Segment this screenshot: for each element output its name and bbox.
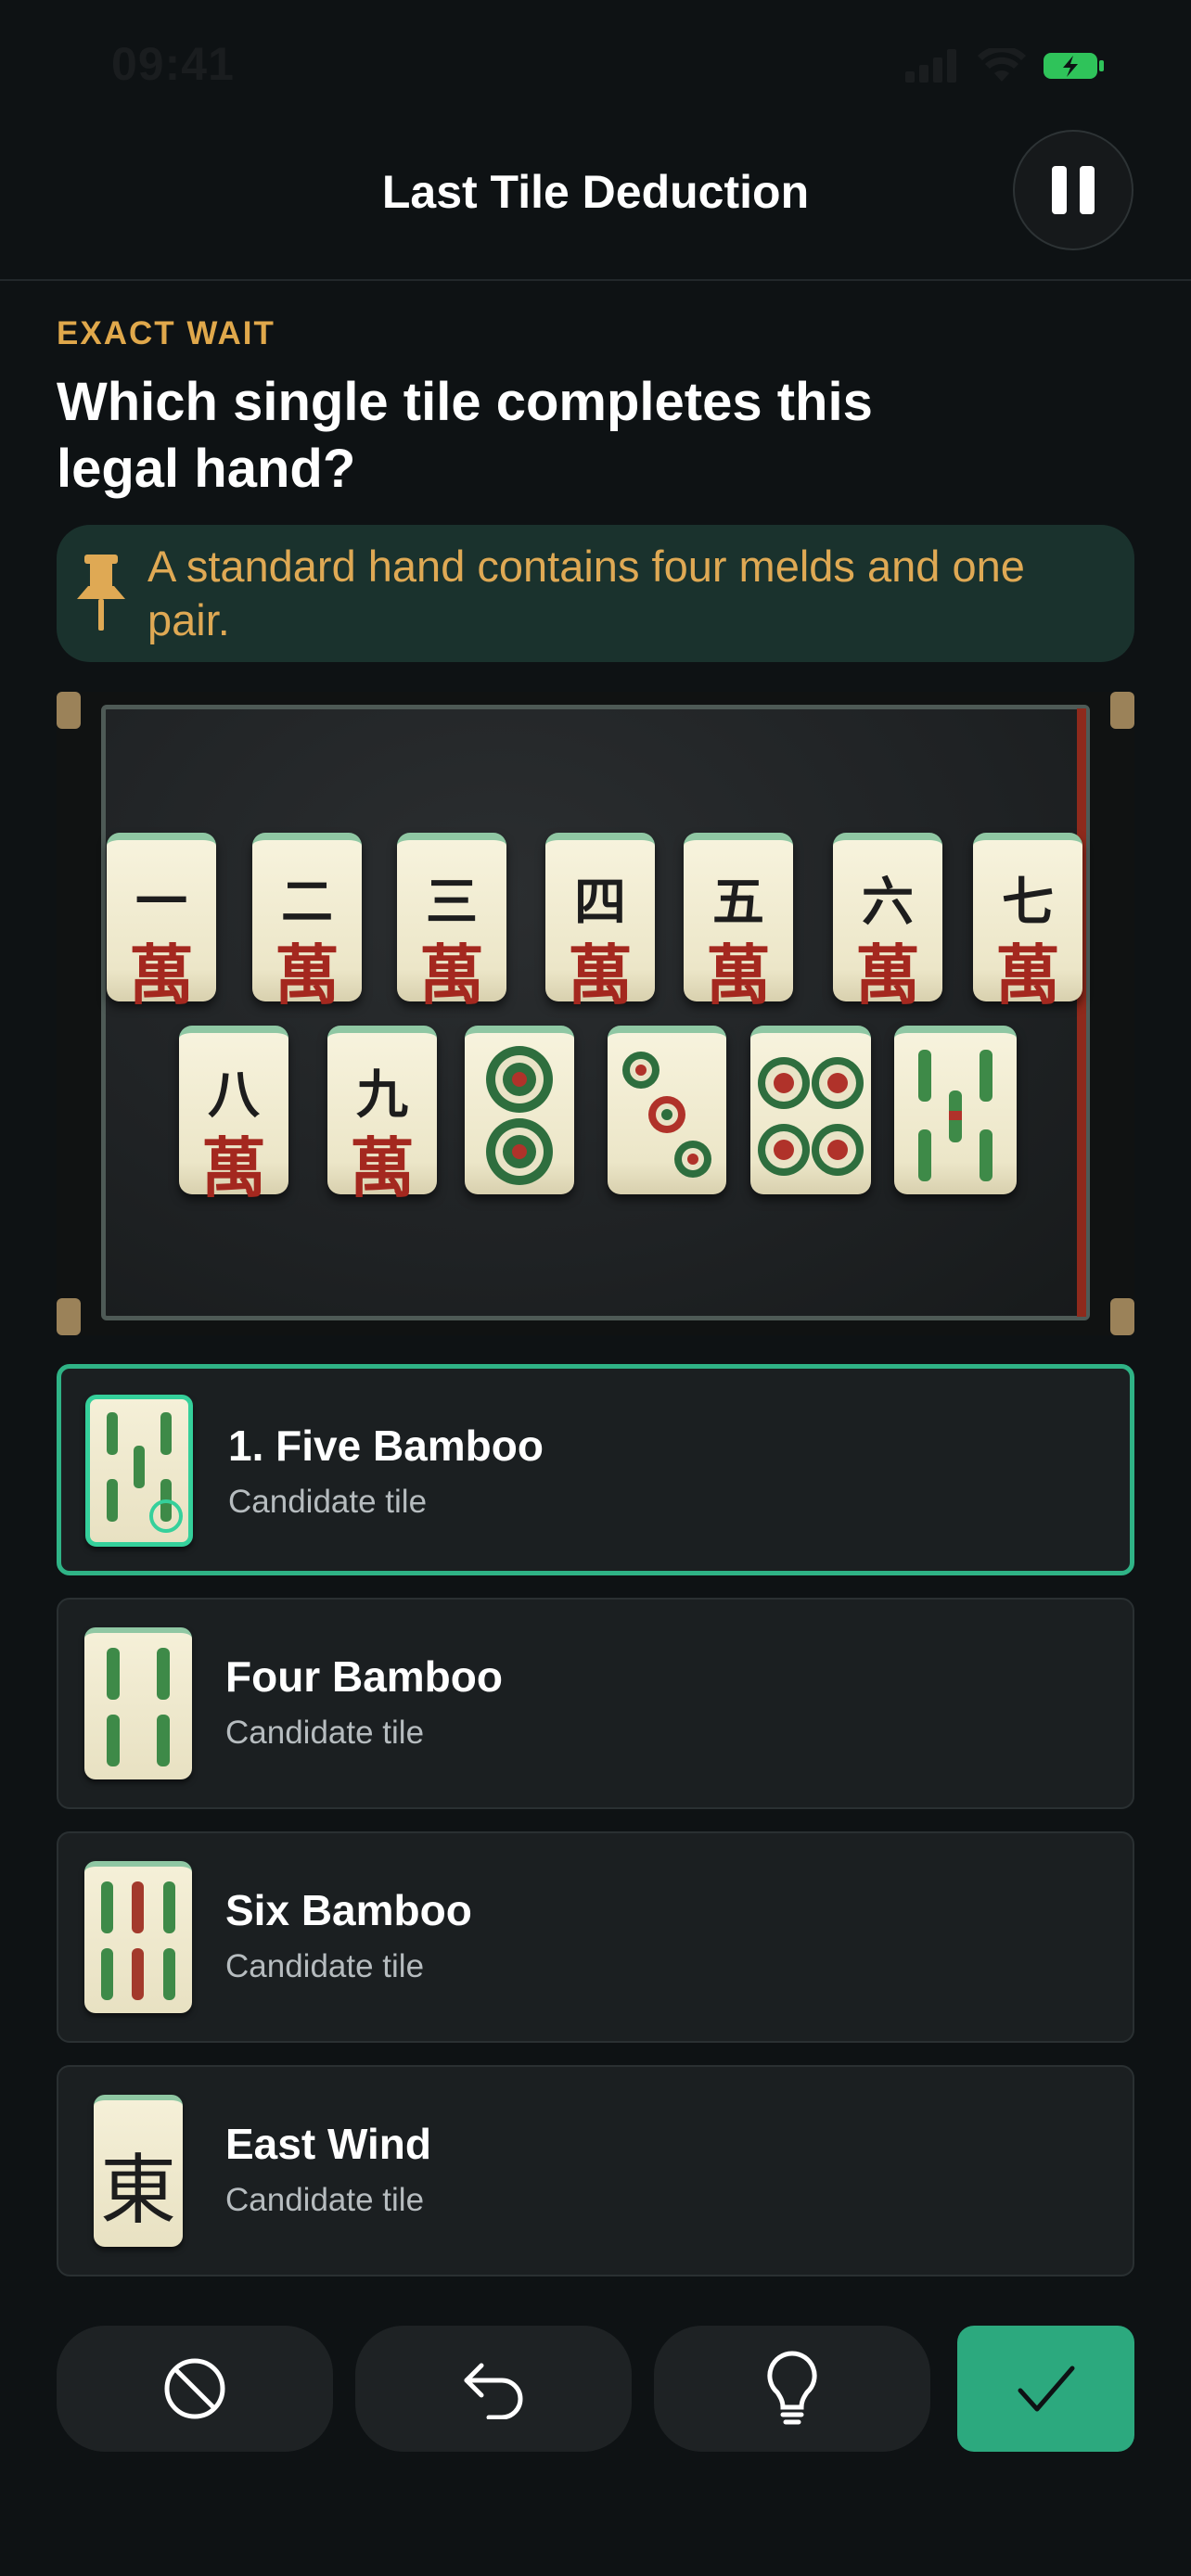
option-subtitle: Candidate tile [228,1484,428,1520]
hand-tile-five-bamboo[interactable] [894,1026,1017,1194]
hint-button[interactable] [654,2326,930,2452]
board-corner [57,692,81,729]
three-circles-icon [622,1052,711,1178]
hand-tile-four-character[interactable]: 四 萬 [545,833,655,1014]
tile-suit: 萬 [419,937,484,1014]
hand-tile-five-character[interactable]: 五 萬 [684,833,793,1014]
hand-tile-three-character[interactable]: 三 萬 [397,833,506,1014]
battery-charging-icon [1044,53,1104,79]
option-title: East Wind [225,2120,431,2168]
tile-suit: 萬 [706,937,771,1014]
option-six-bamboo[interactable]: Six Bamboo Candidate tile [57,1831,1134,2043]
tile-suit: 萬 [129,937,194,1014]
option-five-bamboo[interactable]: 1. Five Bamboo Candidate tile [57,1364,1134,1575]
option-four-bamboo[interactable]: Four Bamboo Candidate tile [57,1598,1134,1809]
status-bar: 09:41 [0,0,1191,130]
five-bamboo-icon [918,1050,992,1181]
hint-text: A standard hand contains four melds and … [147,542,1025,644]
hand-tile-two-character[interactable]: 二 萬 [252,833,362,1014]
east-wind-icon: 東 [99,2147,176,2235]
clear-icon [164,2358,225,2419]
status-icons [905,48,1106,83]
hand-tile-six-character[interactable]: 六 萬 [833,833,942,1014]
hand-tile-eight-character[interactable]: 八 萬 [179,1026,288,1206]
tile-suit: 萬 [855,937,920,1014]
option-east-wind[interactable]: 東 East Wind Candidate tile [57,2065,1134,2276]
pause-icon [1052,166,1067,214]
pushpin-icon [77,555,125,631]
game-board: 一 萬 二 萬 三 萬 四 萬 五 萬 六 萬 七 萬 八 萬 九 萬 [57,692,1134,1335]
option-subtitle: Candidate tile [225,2182,425,2218]
option-tile-thumbnail: 東 [94,2095,183,2247]
hand-tile-four-circles[interactable] [750,1026,871,1194]
cellular-signal-icon [905,49,956,83]
hand-tile-nine-character[interactable]: 九 萬 [327,1026,437,1206]
option-title: 1. Five Bamboo [228,1422,544,1470]
hint-banner: A standard hand contains four melds and … [57,525,1134,662]
nav-bar: Last Tile Deduction [0,130,1191,281]
clear-button[interactable] [57,2326,333,2452]
confirm-button[interactable] [957,2326,1134,2452]
option-tile-thumbnail [84,1861,192,2013]
two-circles-icon [486,1046,553,1185]
undo-button[interactable] [355,2326,632,2452]
hand-tile-two-circles[interactable] [465,1026,574,1194]
wifi-icon [978,48,1026,82]
option-subtitle: Candidate tile [225,1948,425,1984]
option-tile-thumbnail [85,1395,193,1547]
five-bamboo-icon [107,1412,183,1533]
board-corner [1110,1298,1134,1335]
hint-bulb-icon [767,2351,817,2425]
option-title: Four Bamboo [225,1652,503,1701]
pause-icon-bar [1080,166,1095,214]
tile-suit: 萬 [275,937,339,1014]
hand-tile-seven-character[interactable]: 七 萬 [973,833,1082,1014]
option-title: Six Bamboo [225,1886,472,1934]
undo-icon [464,2363,523,2419]
option-tile-thumbnail [84,1627,192,1779]
tile-suit: 萬 [201,1129,266,1206]
tile-suit: 萬 [350,1129,415,1206]
pause-button[interactable] [1013,130,1133,250]
four-bamboo-icon [107,1648,170,1766]
checkmark-icon [1018,2366,1074,2412]
status-time: 09:41 [111,38,235,90]
tile-suit: 萬 [995,937,1060,1014]
tile-suit: 萬 [568,937,633,1014]
option-subtitle: Candidate tile [225,1715,425,1751]
board-corner [57,1298,81,1335]
puzzle-question: Which single tile completes this legal h… [57,372,873,499]
hand-tile-one-character[interactable]: 一 萬 [107,833,216,1014]
four-circles-icon [758,1057,864,1176]
board-corner [1110,692,1134,729]
hand-tile-three-circles[interactable] [608,1026,726,1194]
puzzle-category: EXACT WAIT [57,315,275,351]
six-bamboo-icon [101,1881,175,2000]
